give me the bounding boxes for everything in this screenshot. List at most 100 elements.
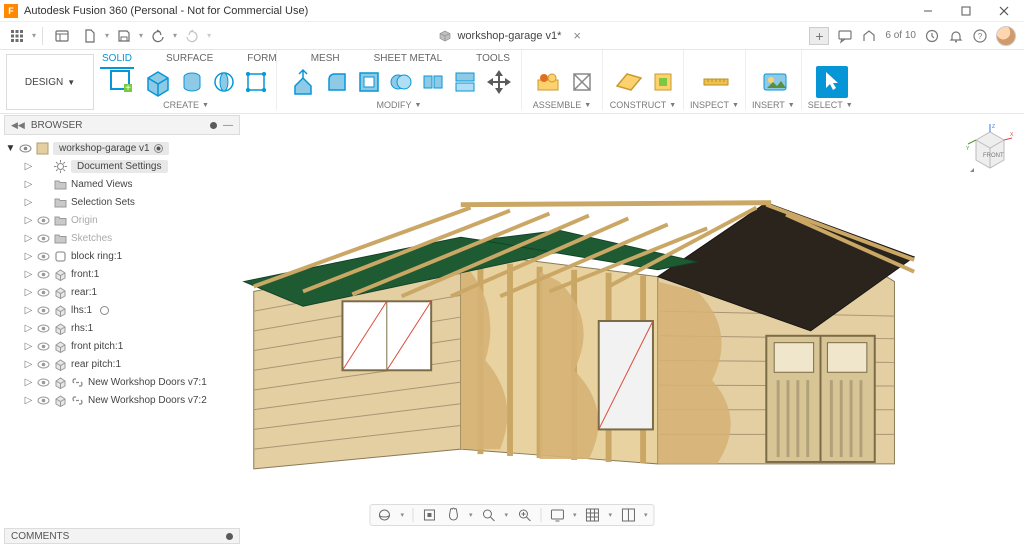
sweep-icon[interactable] (242, 68, 270, 96)
file-menu-icon[interactable] (77, 25, 103, 47)
align-icon[interactable] (451, 68, 479, 96)
tree-item[interactable]: ▷rhs:1 (4, 319, 240, 337)
close-tab-icon[interactable]: × (573, 28, 581, 43)
tree-item[interactable]: ▷Origin (4, 211, 240, 229)
job-status[interactable]: 6 of 10 (885, 30, 916, 41)
zoom-icon[interactable] (480, 507, 496, 523)
fillet-icon[interactable] (323, 68, 351, 96)
tree-item[interactable]: ▷block ring:1 (4, 247, 240, 265)
tree-item-label: New Workshop Doors v7:1 (88, 377, 207, 388)
tree-item[interactable]: ▷Sketches (4, 229, 240, 247)
look-at-icon[interactable] (421, 507, 437, 523)
eye-icon[interactable] (37, 286, 50, 299)
axis-icon[interactable] (649, 68, 677, 96)
eye-icon[interactable] (37, 358, 50, 371)
pan-icon[interactable] (445, 507, 461, 523)
activate-radio[interactable] (100, 306, 109, 315)
tree-item[interactable]: ▷Document Settings (4, 157, 240, 175)
quick-access-row: ▾ ▾ ▾ ▾ ▾ workshop-garage v1* × + 6 of 1… (0, 22, 1024, 50)
eye-icon[interactable] (37, 232, 50, 245)
press-pull-icon[interactable] (287, 66, 319, 98)
save-icon[interactable] (111, 25, 137, 47)
new-sketch-icon[interactable]: + (106, 66, 138, 98)
select-icon[interactable] (816, 66, 848, 98)
tree-item[interactable]: ▷Selection Sets (4, 193, 240, 211)
bell-icon[interactable] (948, 28, 964, 44)
tree-item[interactable]: ▷Named Views (4, 175, 240, 193)
display-settings-icon[interactable] (549, 507, 565, 523)
eye-icon[interactable] (37, 214, 50, 227)
tab-sheet-metal[interactable]: SHEET METAL (372, 50, 445, 69)
activate-radio[interactable] (154, 144, 163, 153)
comments-settings-icon[interactable] (226, 533, 233, 540)
create-box-icon[interactable] (142, 66, 174, 98)
data-panel-icon[interactable] (49, 25, 75, 47)
tree-item[interactable]: ▷New Workshop Doors v7:1 (4, 373, 240, 391)
group-inspect: INSPECT▼ (684, 50, 746, 110)
eye-icon[interactable] (37, 376, 50, 389)
ribbon-tabs: SOLID SURFACE FORM MESH SHEET METAL TOOL… (100, 50, 512, 69)
close-button[interactable] (986, 1, 1022, 21)
tree-item-label: Sketches (71, 233, 112, 244)
maximize-button[interactable] (948, 1, 984, 21)
joint-icon[interactable] (532, 66, 564, 98)
user-avatar[interactable] (996, 26, 1016, 46)
tree-item[interactable]: ▷front pitch:1 (4, 337, 240, 355)
component-icon (36, 142, 49, 155)
panel-settings-icon[interactable] (210, 122, 217, 129)
tree-item[interactable]: ▷rear:1 (4, 283, 240, 301)
help-icon[interactable]: ? (972, 28, 988, 44)
move-icon[interactable] (483, 66, 515, 98)
group-assemble: ASSEMBLE▼ (522, 50, 603, 110)
link-icon (71, 394, 84, 407)
redo-icon[interactable] (179, 25, 205, 47)
combine-icon[interactable] (387, 68, 415, 96)
notifications-icon[interactable] (837, 28, 853, 44)
tree-root[interactable]: ▼ workshop-garage v1 (4, 139, 240, 157)
insert-icon[interactable] (759, 66, 791, 98)
eye-icon[interactable] (37, 340, 50, 353)
tree-item[interactable]: ▷lhs:1 (4, 301, 240, 319)
comments-panel[interactable]: COMMENTS (4, 528, 240, 544)
fit-icon[interactable] (516, 507, 532, 523)
shell-icon[interactable] (355, 68, 383, 96)
tab-mesh[interactable]: MESH (309, 50, 342, 69)
group-insert: INSERT▼ (746, 50, 802, 110)
minimize-button[interactable] (910, 1, 946, 21)
collapse-icon[interactable]: ◀◀ (11, 120, 25, 131)
new-design-icon[interactable]: + (809, 27, 829, 45)
tree-item[interactable]: ▷New Workshop Doors v7:2 (4, 391, 240, 409)
app-grid-icon[interactable] (4, 25, 30, 47)
grid-settings-icon[interactable] (585, 507, 601, 523)
eye-icon[interactable] (37, 322, 50, 335)
eye-icon[interactable] (37, 268, 50, 281)
tree-item[interactable]: ▷front:1 (4, 265, 240, 283)
tree-item[interactable]: ▷rear pitch:1 (4, 355, 240, 373)
extrude-icon[interactable] (178, 68, 206, 96)
workspace-button[interactable]: DESIGN▼ (6, 54, 94, 110)
tab-tools[interactable]: TOOLS (474, 50, 512, 69)
measure-icon[interactable] (700, 66, 732, 98)
eye-icon[interactable] (37, 304, 50, 317)
tab-surface[interactable]: SURFACE (164, 50, 215, 69)
split-icon[interactable] (419, 68, 447, 96)
group-modify-label: MODIFY (377, 100, 412, 110)
as-built-joint-icon[interactable] (568, 68, 596, 96)
eye-icon[interactable] (37, 394, 50, 407)
orbit-icon[interactable] (376, 507, 392, 523)
updates-icon[interactable] (924, 28, 940, 44)
tree-item-label: front:1 (71, 269, 99, 280)
document-tab[interactable]: workshop-garage v1* × (211, 28, 809, 43)
eye-icon[interactable] (37, 250, 50, 263)
panel-min-icon[interactable]: — (223, 120, 233, 131)
eye-icon[interactable] (19, 142, 32, 155)
tab-solid[interactable]: SOLID (100, 50, 134, 69)
extensions-icon[interactable] (861, 28, 877, 44)
undo-icon[interactable] (145, 25, 171, 47)
plane-icon[interactable] (613, 66, 645, 98)
viewport-layout-icon[interactable] (620, 507, 636, 523)
tab-form[interactable]: FORM (245, 50, 278, 69)
browser-header[interactable]: ◀◀ BROWSER — (4, 115, 240, 135)
viewcube[interactable]: FRONT Z X Y (966, 122, 1014, 176)
revolve-icon[interactable] (210, 68, 238, 96)
